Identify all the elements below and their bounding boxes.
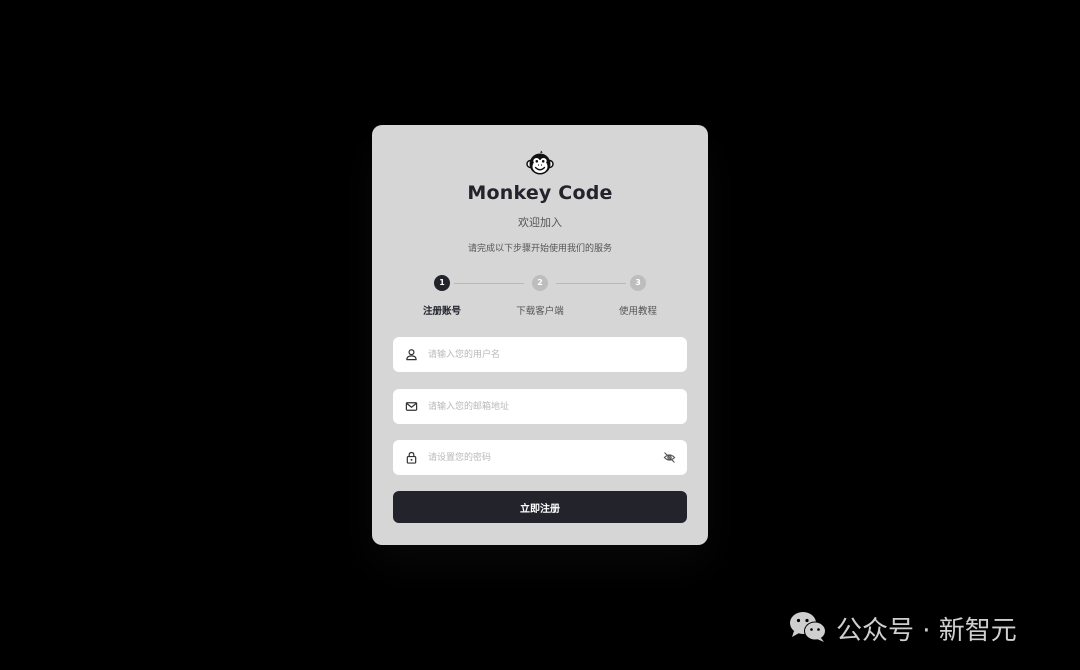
email-field[interactable]	[393, 389, 687, 424]
step-3-label: 使用教程	[618, 306, 657, 317]
password-input[interactable]	[428, 440, 648, 475]
watermark-text: 公众号 · 新智元	[836, 616, 1017, 646]
step-connector	[556, 283, 626, 284]
password-field[interactable]	[393, 440, 687, 475]
register-card: Monkey Code 欢迎加入 请完成以下步骤开始使用我们的服务 1 2 3 …	[372, 125, 708, 545]
username-field[interactable]	[393, 337, 687, 372]
step-indicator: 1 2 3 注册账号 下载客户端 使用教程	[372, 275, 708, 320]
step-1-label: 注册账号	[422, 306, 461, 317]
mail-icon	[405, 402, 418, 411]
lock-icon	[406, 451, 417, 464]
username-input[interactable]	[428, 337, 648, 372]
app-title: Monkey Code	[467, 182, 613, 204]
wechat-icon	[790, 612, 826, 642]
register-button[interactable]: 立即注册	[393, 491, 687, 523]
step-2-label: 下载客户端	[516, 306, 564, 317]
step-3-dot: 3	[630, 275, 646, 291]
user-icon	[406, 349, 417, 361]
step-2-dot: 2	[532, 275, 548, 291]
email-input[interactable]	[428, 389, 648, 424]
step-1-dot: 1	[434, 275, 450, 291]
monkey-logo-icon	[526, 150, 554, 175]
step-connector	[454, 283, 524, 284]
subtitle-text: 请完成以下步骤开始使用我们的服务	[467, 244, 612, 254]
welcome-text: 欢迎加入	[518, 216, 562, 229]
page: Monkey Code 欢迎加入 请完成以下步骤开始使用我们的服务 1 2 3 …	[0, 0, 1080, 670]
watermark: 公众号 · 新智元	[788, 608, 1058, 646]
eye-off-icon[interactable]	[663, 451, 676, 464]
